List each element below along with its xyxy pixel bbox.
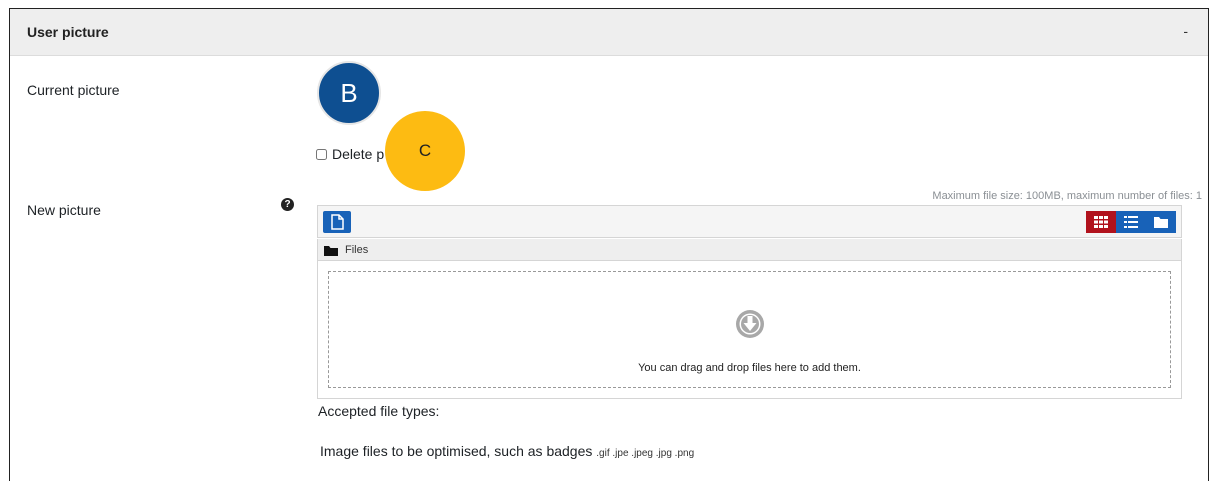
grid-icon: [1094, 216, 1108, 228]
tree-view-button[interactable]: [1146, 211, 1176, 233]
section-title: User picture: [27, 24, 109, 40]
download-icon: [736, 310, 764, 338]
list-view-button[interactable]: [1116, 211, 1146, 233]
filemanager-toolbar: [317, 205, 1182, 238]
drop-zone-text: You can drag and drop files here to add …: [638, 362, 861, 374]
delete-picture-label: Delete p: [332, 146, 385, 162]
current-picture-label: Current picture: [27, 82, 120, 98]
grid-view-button[interactable]: [1086, 211, 1116, 233]
add-file-button[interactable]: [323, 211, 351, 233]
list-icon: [1124, 216, 1138, 228]
delete-picture-checkbox[interactable]: [316, 148, 327, 160]
accepted-types-list: Image files to be optimised, such as bad…: [320, 443, 694, 459]
avatar: B: [317, 61, 381, 125]
collapse-toggle[interactable]: -: [1183, 23, 1188, 39]
drop-zone[interactable]: You can drag and drop files here to add …: [328, 271, 1171, 388]
annotation-marker-c: C: [385, 111, 465, 191]
new-picture-label: New picture: [27, 202, 101, 218]
help-icon[interactable]: ?: [281, 198, 294, 211]
view-mode-group: [1086, 211, 1176, 233]
delete-picture-checkbox-row[interactable]: Delete p: [316, 146, 384, 162]
accepted-types-label: Accepted file types:: [318, 403, 440, 419]
accepted-types-extensions: .gif .jpe .jpeg .jpg .png: [596, 448, 695, 459]
file-limits-text: Maximum file size: 100MB, maximum number…: [932, 190, 1202, 202]
filemanager-content: You can drag and drop files here to add …: [317, 261, 1182, 399]
path-label[interactable]: Files: [345, 244, 368, 256]
accepted-types-description: Image files to be optimised, such as bad…: [320, 443, 593, 459]
filemanager-path: Files: [317, 239, 1182, 261]
folder-icon: [324, 246, 338, 256]
file-icon: [331, 214, 344, 230]
section-header[interactable]: User picture -: [10, 9, 1208, 56]
folder-icon: [1154, 217, 1168, 228]
